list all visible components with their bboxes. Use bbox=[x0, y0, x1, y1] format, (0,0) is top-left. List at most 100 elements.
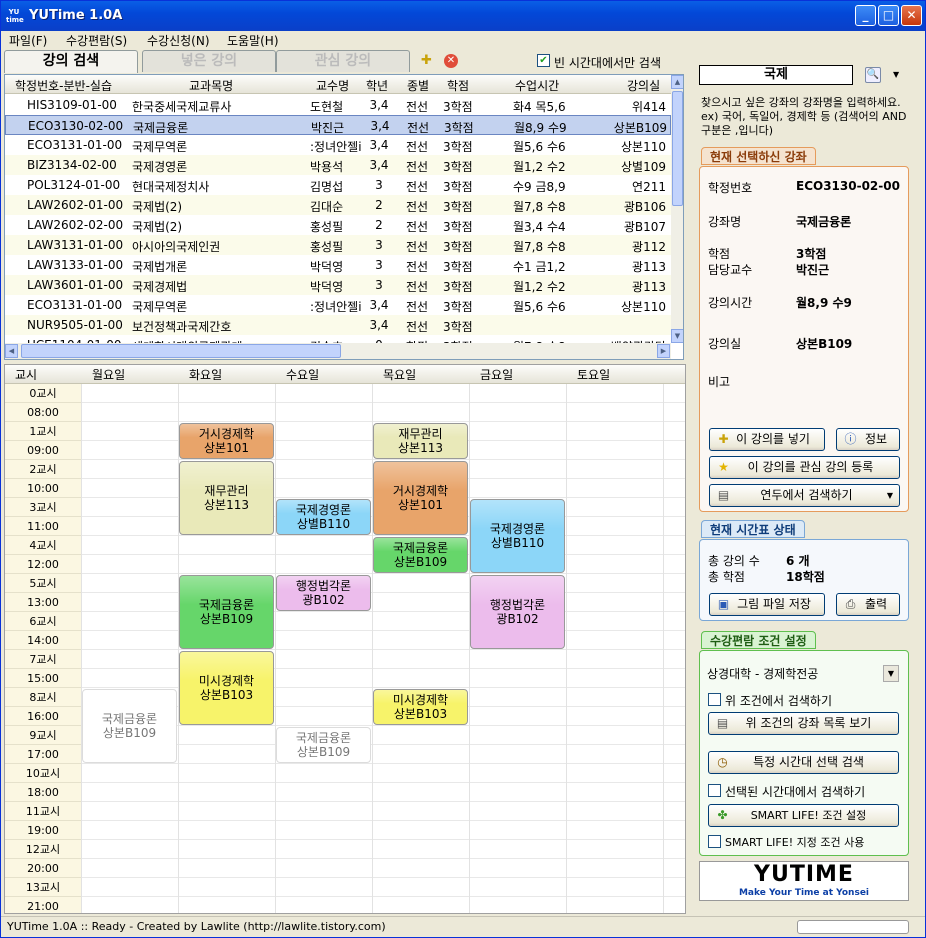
period-label: 20:00 bbox=[5, 859, 81, 878]
condition-search-checkbox[interactable] bbox=[708, 693, 721, 706]
col-professor[interactable]: 교수명 bbox=[316, 77, 349, 94]
course-block-room: 상본113 bbox=[398, 441, 443, 455]
table-row[interactable]: ECO3131-01-00 국제무역론:정녀안젤i 3,4 전선 3학점 월5,6 수6 상… bbox=[5, 295, 671, 315]
table-cell: 화4 목5,6 bbox=[513, 100, 566, 114]
close-button[interactable]: ✕ bbox=[901, 5, 922, 26]
table-row[interactable]: BIZ3134-02-00 국제경영론 박용석 3,4 전선 3학점 월1,2 수2 상별10… bbox=[5, 155, 671, 175]
save-image-button[interactable]: ▣ 그림 파일 저장 bbox=[709, 593, 825, 616]
col-credit[interactable]: 학점 bbox=[447, 77, 469, 94]
search-input[interactable]: 국제 bbox=[699, 65, 853, 85]
table-row[interactable]: NUR9505-01-00 보건정책과국제간호 3,4 전선 3학점 bbox=[5, 315, 671, 335]
print-button[interactable]: ⎙ 출력 bbox=[836, 593, 900, 616]
table-cell: 전선 bbox=[406, 100, 429, 114]
grid-line bbox=[81, 611, 685, 612]
vertical-scroll-thumb[interactable] bbox=[672, 91, 683, 206]
menu-help[interactable]: 도움말(H) bbox=[227, 32, 279, 49]
name-label: 강좌명 bbox=[708, 215, 742, 229]
table-cell: 상본110 bbox=[621, 300, 666, 314]
department-select[interactable]: 상경대학 - 경제학전공 bbox=[707, 664, 901, 684]
col-type[interactable]: 종별 bbox=[407, 77, 429, 94]
header-saturday: 토요일 bbox=[577, 368, 611, 382]
smart-life-checkbox[interactable] bbox=[708, 835, 721, 848]
title-bar[interactable]: YU time YUTime 1.0A _ □ ✕ bbox=[1, 1, 925, 31]
table-row[interactable]: LAW3131-01-00 아시아의국제인권 홍성필 3 전선 3학점 월7,8 수8 광11… bbox=[5, 235, 671, 255]
table-row[interactable]: LAW2602-02-00 국제법(2) 홍성필 2 전선 3학점 월3,4 수4 광B107 bbox=[5, 215, 671, 235]
room-value: 상본B109 bbox=[796, 337, 853, 351]
search-dropdown-icon[interactable]: ▼ bbox=[893, 70, 899, 79]
scroll-up-icon[interactable]: ▲ bbox=[671, 75, 683, 89]
col-code[interactable]: 학정번호-분반-실습 bbox=[15, 77, 112, 94]
course-block[interactable]: 행정법각론 광B102 bbox=[470, 575, 565, 649]
condition-list-button[interactable]: ▤ 위 조건의 강좌 목록 보기 bbox=[708, 712, 899, 735]
menu-file[interactable]: 파일(F) bbox=[9, 32, 47, 49]
horizontal-scroll-thumb[interactable] bbox=[21, 344, 341, 358]
yutime-logo: YUTIME Make Your Time at Yonsei bbox=[699, 861, 909, 901]
course-block[interactable]: 국제금융론 상본B109 bbox=[276, 727, 371, 763]
year-search-button[interactable]: ▤ 연두에서 검색하기 ▼ bbox=[709, 484, 900, 507]
horizontal-scrollbar[interactable]: ◀ ▶ bbox=[5, 343, 671, 359]
minimize-button[interactable]: _ bbox=[855, 5, 876, 26]
scroll-down-icon[interactable]: ▼ bbox=[671, 329, 683, 343]
table-cell: 3학점 bbox=[444, 121, 474, 135]
timetable-grid: 0교시 08:00 1교시 09:00 2교시 10:00 3교시 11:00 4교시 12:00… bbox=[5, 384, 685, 913]
vacant-only-checkbox[interactable]: ✔ bbox=[537, 54, 550, 67]
table-cell: 도현철 bbox=[310, 100, 344, 114]
course-block[interactable]: 미시경제학 상본B103 bbox=[373, 689, 468, 725]
course-block[interactable]: 거시경제학 상본101 bbox=[373, 461, 468, 535]
course-block-name: 국제금융론 bbox=[392, 541, 449, 555]
table-row[interactable]: LAW3601-01-00 국제경제법 박덕영 3 전선 3학점 월1,2 수2 광113 bbox=[5, 275, 671, 295]
add-course-icon[interactable]: ✚ bbox=[421, 54, 435, 68]
col-title[interactable]: 교과목명 bbox=[189, 77, 233, 94]
tab-favorite-courses[interactable]: 관심 강의 bbox=[276, 50, 410, 72]
table-row[interactable]: ECO3131-01-00 국제무역론:정녀안젤i 3,4 전선 3학점 월5,6 수6 상… bbox=[5, 135, 671, 155]
scroll-right-icon[interactable]: ▶ bbox=[657, 344, 670, 358]
course-block[interactable]: 국제금융론 상본B109 bbox=[179, 575, 274, 649]
col-time[interactable]: 수업시간 bbox=[515, 77, 559, 94]
course-block[interactable]: 재무관리 상본113 bbox=[373, 423, 468, 459]
tab-course-search[interactable]: 강의 검색 bbox=[4, 50, 138, 73]
course-block-room: 광B102 bbox=[496, 612, 539, 626]
course-block-name: 국제금융론 bbox=[101, 712, 158, 726]
add-course-button[interactable]: ✚ 이 강의를 넣기 bbox=[709, 428, 825, 451]
course-block[interactable]: 행정법각론 광B102 bbox=[276, 575, 371, 611]
col-room[interactable]: 강의실 bbox=[627, 77, 660, 94]
table-row[interactable]: POL3124-01-00 현대국제정치사 김명섭 3 전선 3학점 수9 금8,9 연211 bbox=[5, 175, 671, 195]
table-row[interactable]: LAW3133-01-00 국제법개론 박덕영 3 전선 3학점 수1 금1,2 광113 bbox=[5, 255, 671, 275]
table-cell: 월8,9 수9 bbox=[514, 121, 567, 135]
time-search-button[interactable]: ◷ 특정 시간대 선택 검색 bbox=[708, 751, 899, 774]
vertical-scrollbar[interactable]: ▲ ▼ bbox=[671, 75, 683, 343]
course-block[interactable]: 미시경제학 상본B103 bbox=[179, 651, 274, 725]
tab-added-courses[interactable]: 넣은 강의 bbox=[142, 50, 276, 72]
code-label: 학정번호 bbox=[708, 181, 753, 195]
search-icon[interactable]: 🔍 bbox=[865, 67, 881, 83]
course-block-name: 재무관리 bbox=[204, 484, 249, 498]
course-block[interactable]: 국제경영론 상별B110 bbox=[470, 499, 565, 573]
smart-life-button[interactable]: ✤ SMART LIFE! 조건 설정 bbox=[708, 804, 899, 827]
menu-register[interactable]: 수강신청(N) bbox=[147, 32, 210, 49]
col-year[interactable]: 학년 bbox=[366, 77, 388, 94]
course-block[interactable]: 거시경제학 상본101 bbox=[179, 423, 274, 459]
scroll-left-icon[interactable]: ◀ bbox=[5, 344, 18, 358]
table-row[interactable]: LAW2602-01-00 국제법(2) 김대순 2 전선 3학점 월7,8 수8 광B106 bbox=[5, 195, 671, 215]
table-cell: 3 bbox=[375, 258, 383, 272]
course-block[interactable]: 국제금융론 상본B109 bbox=[373, 537, 468, 573]
delete-course-icon[interactable]: ✕ bbox=[444, 54, 458, 68]
credit-label: 학점 bbox=[708, 247, 731, 261]
maximize-button[interactable]: □ bbox=[878, 5, 899, 26]
favorite-course-button[interactable]: ★ 이 강의를 관심 강의 등록 bbox=[709, 456, 900, 479]
period-label: 09:00 bbox=[5, 441, 81, 460]
course-block-room: 상본B109 bbox=[102, 726, 157, 740]
course-block-room: 상본B109 bbox=[296, 745, 351, 759]
grid-line bbox=[81, 820, 685, 821]
course-block[interactable]: 국제경영론 상별B110 bbox=[276, 499, 371, 535]
table-row[interactable]: ECO3130-02-00 국제금융론 박진근 3,4 전선 3학점 월8,9 수9 상본B1… bbox=[5, 115, 671, 135]
course-block[interactable]: 재무관리 상본113 bbox=[179, 461, 274, 535]
time-search-checkbox[interactable] bbox=[708, 784, 721, 797]
info-button[interactable]: ⓘ 정보 bbox=[836, 428, 900, 451]
course-block[interactable]: 국제금융론 상본B109 bbox=[82, 689, 177, 763]
table-cell: 아시아의국제인권 bbox=[132, 240, 221, 254]
menu-catalog[interactable]: 수강편람(S) bbox=[66, 32, 127, 49]
table-row[interactable]: HIS3109-01-00 한국중세국제교류사 도현철 3,4 전선 3학점 화4 목5,6… bbox=[5, 95, 671, 115]
department-dropdown-icon[interactable]: ▼ bbox=[883, 665, 899, 682]
table-cell: 전선 bbox=[406, 180, 429, 194]
